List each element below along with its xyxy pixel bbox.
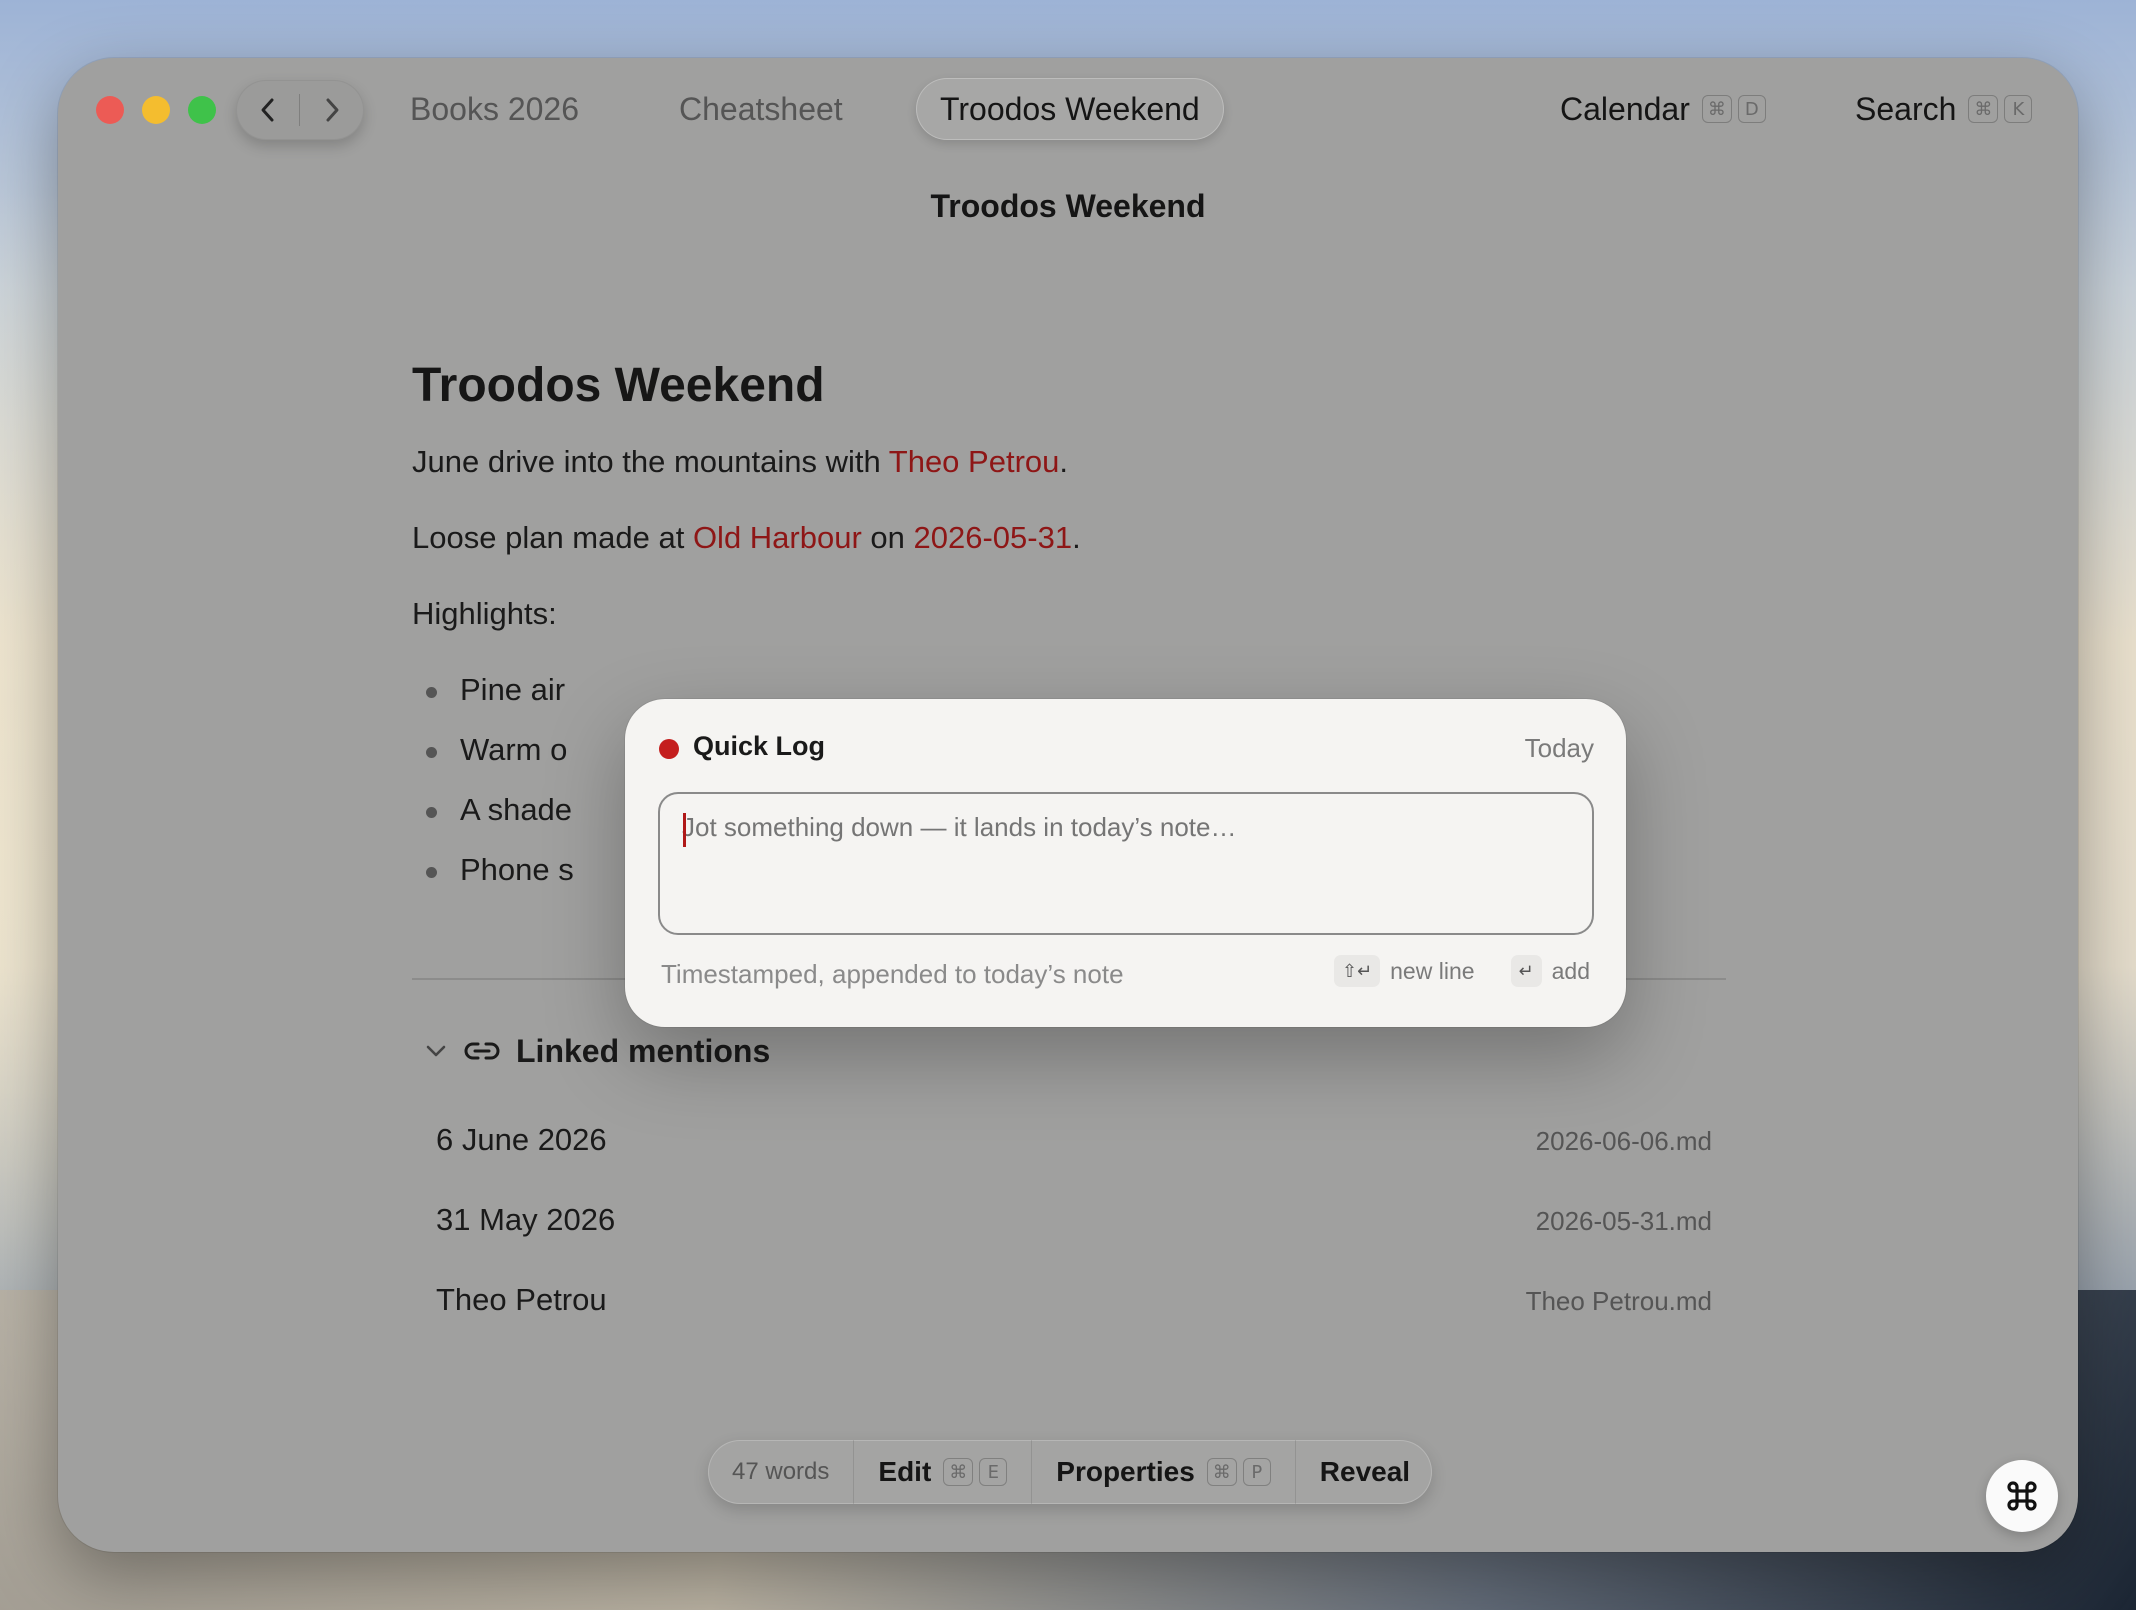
shortcut-key: ⌘ [1968,95,1999,123]
window-title: Troodos Weekend [930,188,1206,224]
quick-log-footer: Timestamped, appended to today’s note [661,959,1124,989]
bullet-dot [426,807,437,818]
app-window: Books 2026 Cheatsheet Troodos Weekend Ca… [58,58,2078,1552]
shortcut-key: P [1242,1458,1271,1486]
reveal-button[interactable]: Reveal [1296,1440,1434,1504]
mention-file: 2026-05-31.md [1535,1206,1712,1236]
reveal-label: Reveal [1319,1456,1411,1487]
linked-mentions-title: Linked mentions [516,1032,771,1069]
shortcut-key: K [2004,95,2033,123]
text-caret [683,813,686,847]
list-item: Phone s [460,852,574,887]
word-count-label: 47 words [732,1458,830,1485]
keyboard-hints: ⇧↵ new line ↵ add [1333,955,1590,987]
text: June drive into the mountains with [412,444,889,479]
mention-file: Theo Petrou.md [1525,1286,1712,1316]
bullet-dot [426,747,437,758]
mention-row[interactable]: 31 May 2026 2026-05-31.md [436,1202,1712,1238]
search-label: Search [1855,90,1957,127]
quick-log-date: Today [1524,733,1594,763]
nav-divider [299,94,300,126]
mention-row[interactable]: Theo Petrou Theo Petrou.md [436,1282,1712,1318]
shortcut-key: ⌘ [1701,95,1732,123]
linked-mentions-toggle[interactable]: Linked mentions [424,1026,770,1076]
shortcut-key: ⌘ [943,1458,974,1486]
link-old-harbour[interactable]: Old Harbour [693,520,862,555]
search-button[interactable]: Search ⌘ K [1855,78,2033,140]
text: on [861,520,914,555]
forward-button[interactable] [312,92,352,128]
highlights-label: Highlights: [412,596,557,631]
edit-button[interactable]: Edit ⌘ E [854,1440,1033,1504]
properties-label: Properties [1056,1456,1195,1487]
tab-books-2026[interactable]: Books 2026 [410,78,579,140]
mention-name: Theo Petrou [436,1282,607,1317]
back-button[interactable] [248,92,288,128]
list-item: A shade [460,792,573,827]
close-window-button[interactable] [96,96,124,124]
note-heading: Troodos Weekend [412,359,825,412]
mention-name: 6 June 2026 [436,1122,607,1157]
link-date[interactable]: 2026-05-31 [914,520,1073,555]
note-paragraph: June drive into the mountains with Theo … [412,444,1068,480]
command-icon [2007,1481,2037,1511]
mention-file: 2026-06-06.md [1535,1126,1712,1156]
zoom-window-button[interactable] [188,96,216,124]
list-item: Warm o [460,732,568,767]
quick-log-input[interactable] [658,792,1594,935]
link-icon [464,1042,500,1060]
shortcut-key: ⌘ [1206,1458,1237,1486]
shift-return-key: ⇧↵ [1333,955,1381,987]
quick-log-dialog: Quick Log Today Timestamped, appended to… [625,699,1626,1027]
word-count: 47 words [708,1440,855,1504]
chevron-left-icon [261,98,274,122]
shortcut-key: E [979,1458,1008,1486]
bullet-dot [426,687,437,698]
link-theo-petrou[interactable]: Theo Petrou [889,444,1060,479]
shortcut-key: D [1737,95,1766,123]
minimize-window-button[interactable] [142,96,170,124]
command-button[interactable] [1986,1460,2058,1532]
mention-name: 31 May 2026 [436,1202,616,1237]
mention-row[interactable]: 6 June 2026 2026-06-06.md [436,1122,1712,1158]
text: . [1059,444,1068,479]
text: Loose plan made at [412,520,693,555]
calendar-button[interactable]: Calendar ⌘ D [1560,78,1766,140]
recording-dot-icon [659,739,679,759]
text: . [1072,520,1081,555]
tab-cheatsheet[interactable]: Cheatsheet [679,78,843,140]
bottom-toolbar: 47 words Edit ⌘ E Properties ⌘ P Reveal [708,1440,1432,1504]
hint-label: new line [1390,957,1475,984]
calendar-label: Calendar [1560,90,1690,127]
properties-button[interactable]: Properties ⌘ P [1032,1440,1296,1504]
bullet-dot [426,867,437,878]
edit-label: Edit [878,1456,932,1487]
history-nav [236,80,364,140]
list-item: Pine air [460,672,566,707]
chevron-down-icon [426,1045,446,1057]
tab-troodos-weekend[interactable]: Troodos Weekend [916,78,1224,140]
chevron-right-icon [326,98,339,122]
hint-label: add [1551,957,1590,984]
return-key: ↵ [1510,955,1542,987]
quick-log-title: Quick Log [693,731,826,761]
note-paragraph: Loose plan made at Old Harbour on 2026-0… [412,520,1081,556]
